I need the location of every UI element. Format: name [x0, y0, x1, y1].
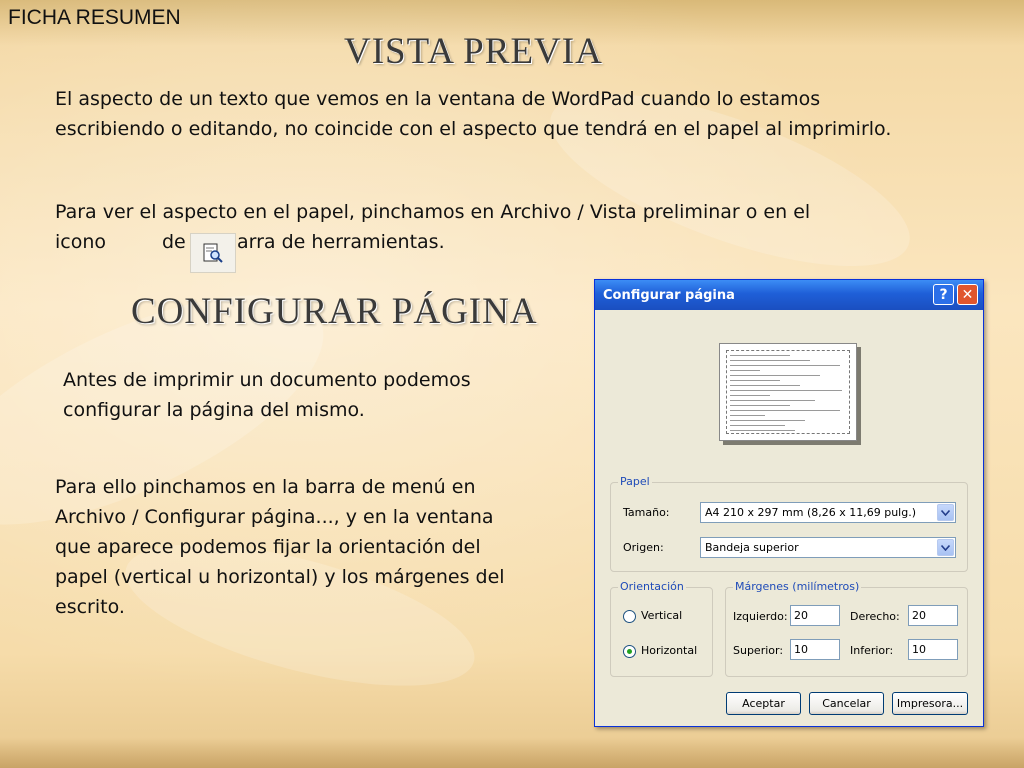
slide-header-label: FICHA RESUMEN: [8, 6, 181, 29]
top-margin-input[interactable]: 10: [790, 639, 840, 660]
paper-group-label: Papel: [618, 475, 652, 488]
section-title-vista-previa: VISTA PREVIA: [344, 31, 603, 72]
paragraph-line: Archivo / Configurar página..., y en la …: [55, 506, 494, 528]
vista-previa-paragraph-1: El aspecto de un texto que vemos en la v…: [55, 84, 891, 144]
orientation-group-label: Orientación: [618, 580, 686, 593]
paragraph-line: escribiendo o editando, no coincide con …: [55, 118, 892, 140]
configurar-paragraph-2: Para ello pinchamos en la barra de menú …: [55, 472, 505, 622]
slide-footer-band: [0, 738, 1024, 768]
paragraph-line-icon-c: arra de herramientas.: [237, 231, 445, 253]
size-label: Tamaño:: [623, 506, 670, 519]
bottom-margin-input[interactable]: 10: [908, 639, 958, 660]
margins-group: Márgenes (milímetros) Izquierdo: 20 Dere…: [725, 580, 968, 677]
paragraph-line: Para ello pinchamos en la barra de menú …: [55, 476, 476, 498]
orientation-group: Orientación Vertical Horizontal: [610, 580, 713, 677]
vista-previa-paragraph-2: Para ver el aspecto en el papel, pincham…: [55, 197, 810, 227]
close-button[interactable]: ✕: [957, 284, 978, 305]
paragraph-line: configurar la página del mismo.: [63, 399, 365, 421]
chevron-down-icon[interactable]: [937, 539, 954, 556]
right-margin-label: Derecho:: [850, 610, 900, 623]
source-label: Origen:: [623, 541, 664, 554]
paragraph-line: Para ver el aspecto en el papel, pincham…: [55, 201, 811, 223]
dialog-titlebar[interactable]: Configurar página: [595, 280, 983, 310]
right-margin-input[interactable]: 20: [908, 605, 958, 626]
paragraph-line: Antes de imprimir un documento podemos: [63, 369, 471, 391]
bottom-margin-label: Inferior:: [850, 644, 894, 657]
radio-button[interactable]: [623, 610, 636, 623]
paragraph-line: papel (vertical u horizontal) y los márg…: [55, 566, 505, 588]
source-select-value: Bandeja superior: [705, 541, 799, 554]
radio-button-selected[interactable]: [623, 645, 636, 658]
paragraph-line: El aspecto de un texto que vemos en la v…: [55, 88, 821, 110]
section-title-configurar-pagina: CONFIGURAR PÁGINA: [131, 291, 538, 332]
dialog-title: Configurar página: [603, 288, 735, 303]
size-select[interactable]: A4 210 x 297 mm (8,26 x 11,69 pulg.): [700, 502, 956, 523]
cancel-button[interactable]: Cancelar: [809, 692, 884, 715]
paragraph-line: escrito.: [55, 596, 125, 618]
printer-button[interactable]: Impresora...: [892, 692, 968, 715]
size-select-value: A4 210 x 297 mm (8,26 x 11,69 pulg.): [705, 506, 916, 519]
vertical-radio-label: Vertical: [641, 609, 683, 622]
configurar-paragraph-1: Antes de imprimir un documento podemos c…: [63, 365, 471, 425]
paragraph-line-icon-b: de: [162, 231, 186, 253]
horizontal-radio-label: Horizontal: [641, 644, 698, 657]
top-margin-label: Superior:: [733, 644, 784, 657]
page-setup-dialog: Configurar página ? ✕ Papel Tamaño: A4 2…: [594, 279, 984, 727]
print-preview-icon: [190, 233, 236, 273]
paper-preview: [719, 343, 857, 441]
chevron-down-icon[interactable]: [937, 504, 954, 521]
paragraph-line-icon-a: icono: [55, 231, 107, 253]
ok-button[interactable]: Aceptar: [726, 692, 801, 715]
margins-group-label: Márgenes (milímetros): [733, 580, 862, 593]
left-margin-input[interactable]: 20: [790, 605, 840, 626]
paper-margin-outline: [726, 350, 850, 434]
left-margin-label: Izquierdo:: [733, 610, 788, 623]
paragraph-line: que aparece podemos fijar la orientación…: [55, 536, 481, 558]
paper-group: Papel Tamaño: A4 210 x 297 mm (8,26 x 11…: [610, 475, 968, 572]
source-select[interactable]: Bandeja superior: [700, 537, 956, 558]
help-button[interactable]: ?: [933, 284, 954, 305]
